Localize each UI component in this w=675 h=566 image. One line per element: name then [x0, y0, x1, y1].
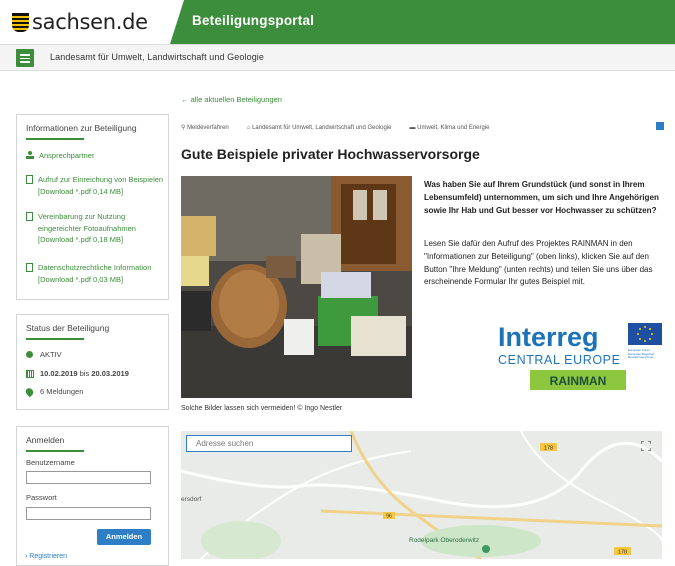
info-box: Informationen zur Beteiligung Ansprechpa… — [16, 114, 169, 300]
username-field[interactable] — [26, 471, 151, 484]
photo-caption: Solche Bilder lassen sich vermeiden! © I… — [181, 405, 343, 412]
back-link[interactable]: ← alle aktuellen Beteiligungen — [181, 95, 282, 104]
status-dates: 10.02.2019 bis 20.03.2019 — [26, 369, 129, 378]
menu-icon[interactable] — [16, 49, 34, 67]
document-icon — [26, 175, 33, 184]
document-icon — [26, 263, 33, 272]
status-dot-icon — [26, 351, 33, 358]
fullscreen-icon[interactable] — [641, 441, 651, 451]
road-shield: 178 — [544, 446, 553, 452]
password-field[interactable] — [26, 507, 151, 520]
status-state: AKTIV — [26, 350, 62, 359]
road-shield: 96 — [386, 514, 392, 520]
link-agreement-pdf[interactable]: Vereinbarung zur Nutzung eingereichter F… — [26, 211, 151, 246]
interreg-logo: Interreg CENTRAL EUROPE European Union E… — [498, 322, 664, 392]
breadcrumb-item[interactable]: ⚲ Meldeverfahren — [181, 124, 238, 131]
breadcrumb-item[interactable]: ▬ Umwelt, Klima und Energie — [409, 125, 498, 131]
link-contact[interactable]: Ansprechpartner — [26, 150, 94, 162]
status-box: Status der Beteiligung AKTIV 10.02.2019 … — [16, 314, 169, 410]
map-address-search[interactable]: Adresse suchen — [186, 435, 352, 452]
login-button[interactable]: Anmelden — [97, 529, 151, 545]
page-title: Gute Beispiele privater Hochwasservorsor… — [181, 146, 480, 162]
lead-text: Was haben Sie auf Ihrem Grundstück (und … — [424, 180, 659, 215]
login-box: Anmelden Benutzername Passwort Anmelden — [16, 426, 169, 566]
map-place-west: ersdorf — [181, 496, 201, 503]
rss-icon[interactable] — [656, 122, 664, 130]
map-place-rodelpark: Rodelpark Oberoderwitz — [409, 537, 479, 544]
eu-fund-text: European Union European Regional Develop… — [628, 349, 654, 359]
portal-title[interactable]: Beteiligungsportal — [170, 0, 675, 44]
logo-text: sachsen.de — [32, 10, 148, 34]
central-europe-text: CENTRAL EUROPE — [498, 353, 621, 367]
info-box-title: Informationen zur Beteiligung — [17, 115, 168, 139]
road-shield: 178 — [618, 550, 627, 556]
link-call-pdf[interactable]: Aufruf zur Einreichung von Beispielen [D… — [26, 174, 171, 197]
saxony-crest-icon — [12, 12, 29, 32]
password-label: Passwort — [26, 493, 57, 502]
username-label: Benutzername — [26, 458, 75, 467]
status-box-title: Status der Beteiligung — [17, 315, 168, 339]
nav-title[interactable]: Landesamt für Umwelt, Landwirtschaft und… — [50, 52, 264, 62]
status-count: 6 Meldungen — [24, 386, 83, 397]
breadcrumb-item[interactable]: ⌂ Landesamt für Umwelt, Landwirtschaft u… — [247, 125, 401, 131]
calendar-icon — [26, 369, 34, 378]
breadcrumb: ⚲ Meldeverfahren ⌂ Landesamt für Umwelt,… — [181, 124, 508, 132]
top-header: sachsen.de Beteiligungsportal — [0, 0, 675, 44]
document-icon — [26, 212, 33, 221]
flood-debris-photo — [181, 176, 412, 398]
login-box-title: Anmelden — [17, 427, 168, 451]
link-privacy-pdf[interactable]: Datenschutzrechtliche Information [Downl… — [26, 262, 171, 285]
interreg-wordmark: Interreg — [498, 322, 599, 352]
person-icon — [26, 151, 34, 159]
nav-bar: Landesamt für Umwelt, Landwirtschaft und… — [0, 44, 675, 71]
rainman-text: RAINMAN — [550, 374, 607, 388]
body-text: Lesen Sie dafür den Aufruf des Projektes… — [424, 239, 653, 287]
location-pin-icon — [24, 386, 35, 397]
sachsen-logo[interactable]: sachsen.de — [12, 9, 148, 35]
